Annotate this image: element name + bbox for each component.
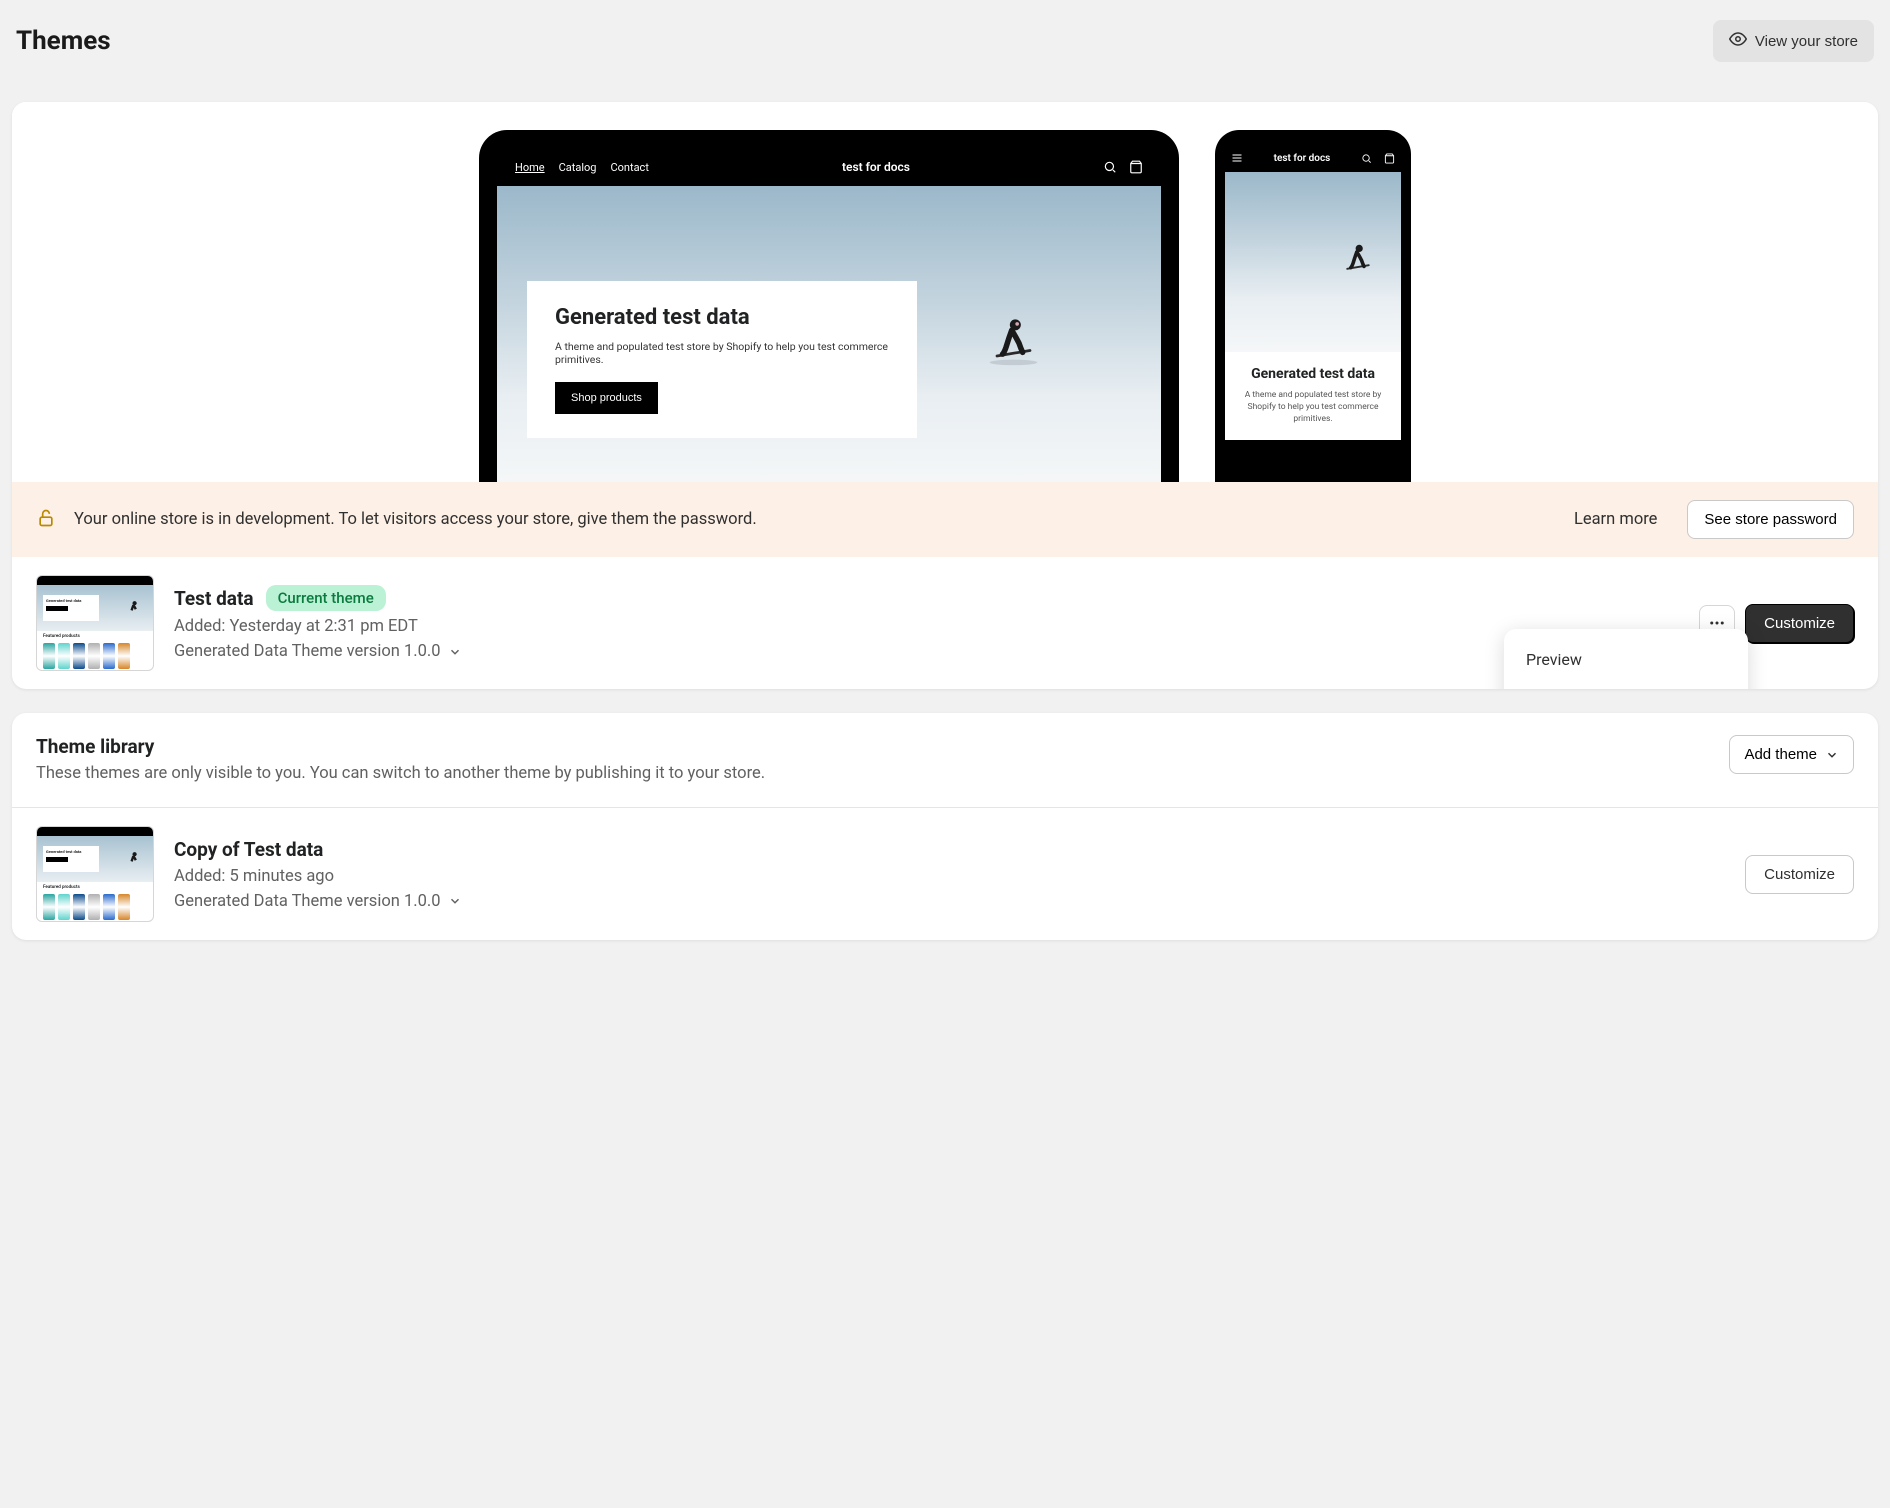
hero-subtitle: A theme and populated test store by Shop… — [555, 340, 889, 366]
theme-version-toggle[interactable]: Generated Data Theme version 1.0.0 — [174, 642, 462, 661]
theme-added-date: Added: Yesterday at 2:31 pm EDT — [174, 617, 1679, 636]
bag-icon — [1129, 160, 1143, 174]
library-subtitle: These themes are only visible to you. Yo… — [36, 764, 765, 783]
dropdown-rename[interactable]: Rename — [1512, 682, 1740, 689]
add-theme-button[interactable]: Add theme — [1729, 735, 1854, 774]
see-password-button[interactable]: See store password — [1687, 500, 1854, 539]
storefront-title-mobile: test for docs — [1274, 153, 1331, 164]
hamburger-icon — [1231, 152, 1243, 164]
customize-button[interactable]: Customize — [1745, 604, 1854, 643]
view-store-label: View your store — [1755, 33, 1858, 50]
storefront-nav: Home Catalog Contact — [515, 161, 649, 174]
library-theme-row: Generated test data Featured products Co… — [12, 808, 1878, 940]
theme-thumbnail: Generated test data Featured products — [36, 575, 154, 671]
storefront-icons — [1103, 160, 1143, 174]
banner-message: Your online store is in development. To … — [74, 510, 1556, 529]
view-store-button[interactable]: View your store — [1713, 20, 1874, 62]
learn-more-link[interactable]: Learn more — [1574, 510, 1657, 529]
theme-name: Copy of Test data — [174, 838, 323, 861]
current-theme-row: Generated test data Featured products Te… — [12, 557, 1878, 689]
lock-icon — [36, 508, 56, 532]
theme-actions-dropdown: Preview Rename Duplicate Download theme … — [1504, 629, 1748, 689]
dropdown-preview[interactable]: Preview — [1512, 637, 1740, 682]
desktop-preview-frame: Home Catalog Contact test for docs — [479, 130, 1179, 482]
hero-title: Generated test data — [555, 305, 889, 330]
chevron-down-icon — [448, 894, 462, 908]
hero-subtitle-mobile: A theme and populated test store by Shop… — [1237, 390, 1389, 426]
chevron-down-icon — [1825, 748, 1839, 762]
snowboarder-figure — [1340, 240, 1376, 276]
theme-version-toggle[interactable]: Generated Data Theme version 1.0.0 — [174, 892, 462, 911]
theme-thumbnail: Generated test data Featured products — [36, 826, 154, 922]
nav-home: Home — [515, 161, 545, 174]
library-title: Theme library — [36, 735, 765, 758]
search-icon — [1361, 153, 1372, 164]
hero-shop-button: Shop products — [555, 382, 658, 414]
theme-name: Test data — [174, 587, 254, 610]
hero-card-mobile: Generated test data A theme and populate… — [1225, 352, 1401, 440]
development-banner: Your online store is in development. To … — [12, 482, 1878, 557]
snowboarder-figure — [986, 312, 1041, 367]
hero-card: Generated test data A theme and populate… — [527, 281, 917, 438]
eye-icon — [1729, 30, 1747, 52]
mobile-preview-frame: test for docs Gen — [1215, 130, 1411, 482]
nav-contact: Contact — [610, 161, 648, 174]
chevron-down-icon — [448, 645, 462, 659]
current-theme-badge: Current theme — [266, 585, 386, 611]
customize-button[interactable]: Customize — [1745, 855, 1854, 894]
theme-preview-area: Home Catalog Contact test for docs — [12, 102, 1878, 482]
nav-catalog: Catalog — [559, 161, 597, 174]
bag-icon — [1384, 153, 1395, 164]
search-icon — [1103, 160, 1117, 174]
storefront-title: test for docs — [842, 160, 910, 174]
theme-added-date: Added: 5 minutes ago — [174, 867, 1725, 886]
hero-title-mobile: Generated test data — [1237, 366, 1389, 382]
page-title: Themes — [16, 26, 111, 56]
